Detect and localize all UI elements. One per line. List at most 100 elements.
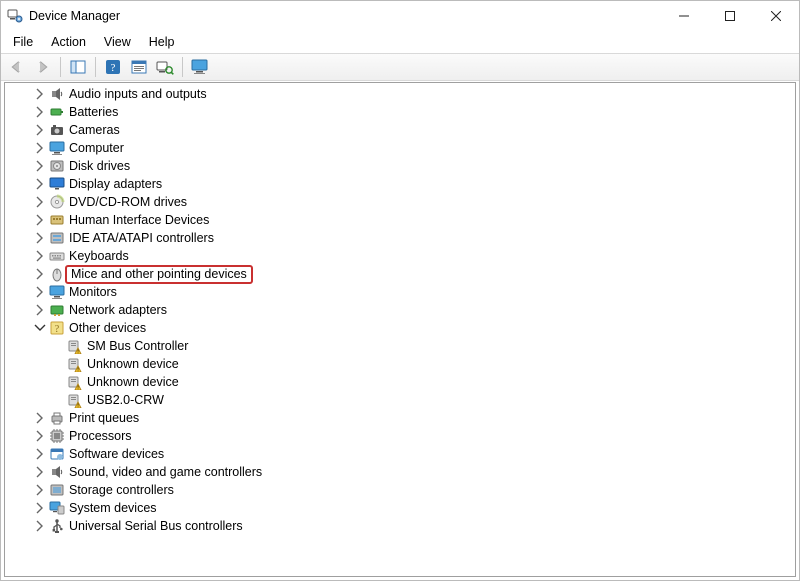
menu-view[interactable]: View — [96, 33, 139, 51]
expand-icon[interactable] — [33, 195, 47, 209]
tree-item-label: Print queues — [69, 411, 139, 425]
tree-item-label: Other devices — [69, 321, 146, 335]
menu-action[interactable]: Action — [43, 33, 94, 51]
tree-item-dispad[interactable]: Display adapters — [5, 175, 795, 193]
expand-icon[interactable] — [33, 105, 47, 119]
speaker-icon — [49, 86, 65, 102]
tree-item-mon[interactable]: Monitors — [5, 283, 795, 301]
tree-item-net[interactable]: Network adapters — [5, 301, 795, 319]
expand-icon[interactable] — [33, 465, 47, 479]
tree-item-disk[interactable]: Disk drives — [5, 157, 795, 175]
toolbar-monitor-button[interactable] — [188, 56, 212, 78]
svg-text:?: ? — [111, 62, 116, 74]
tree-item-sound[interactable]: Sound, video and game controllers — [5, 463, 795, 481]
tree-item-label: Unknown device — [87, 357, 179, 371]
toolbar-separator — [182, 57, 183, 77]
tree-item-storage[interactable]: Storage controllers — [5, 481, 795, 499]
toolbar-separator — [60, 57, 61, 77]
expand-icon[interactable] — [33, 141, 47, 155]
expand-icon[interactable] — [33, 249, 47, 263]
tree-item-batt[interactable]: Batteries — [5, 103, 795, 121]
expand-icon[interactable] — [33, 267, 47, 281]
toolbar-separator — [95, 57, 96, 77]
arrow-left-icon — [9, 60, 25, 74]
tree-item-sys[interactable]: System devices — [5, 499, 795, 517]
tree-item-hid[interactable]: Human Interface Devices — [5, 211, 795, 229]
window-maximize-button[interactable] — [707, 1, 753, 31]
system-icon — [49, 500, 65, 516]
device-tree-panel[interactable]: Audio inputs and outputs BatteriesCameras… — [4, 82, 796, 577]
monitor-icon — [49, 284, 65, 300]
tree-item-label: Unknown device — [87, 375, 179, 389]
mouse-icon — [49, 266, 65, 282]
arrow-right-icon — [35, 60, 51, 74]
tree-item-label: Mice and other pointing devices — [65, 265, 253, 284]
tree-item-cam[interactable]: Cameras — [5, 121, 795, 139]
expand-icon[interactable] — [33, 519, 47, 533]
hid-icon — [49, 212, 65, 228]
expand-icon[interactable] — [33, 159, 47, 173]
disk-icon — [49, 158, 65, 174]
tree-item-soft[interactable]: Software devices — [5, 445, 795, 463]
unknown-cat-icon — [49, 320, 65, 336]
expand-icon[interactable] — [33, 177, 47, 191]
toolbar-back-button[interactable] — [5, 56, 29, 78]
tree-item-kbd[interactable]: Keyboards — [5, 247, 795, 265]
menu-file[interactable]: File — [5, 33, 41, 51]
expand-icon[interactable] — [33, 411, 47, 425]
expand-icon[interactable] — [33, 447, 47, 461]
scan-icon — [156, 59, 174, 75]
tree-item-ide[interactable]: IDE ATA/ATAPI controllers — [5, 229, 795, 247]
tree-item-mice[interactable]: Mice and other pointing devices — [5, 265, 795, 283]
tree-item-other-crw[interactable]: USB2.0-CRW — [5, 391, 795, 409]
cd-icon — [49, 194, 65, 210]
window-minimize-button[interactable] — [661, 1, 707, 31]
expand-icon[interactable] — [33, 231, 47, 245]
tree-item-label: Network adapters — [69, 303, 167, 317]
tree-item-other-u1[interactable]: Unknown device — [5, 355, 795, 373]
toolbar-scan-hardware-button[interactable] — [153, 56, 177, 78]
nic-icon — [49, 302, 65, 318]
tree-item-label: Sound, video and game controllers — [69, 465, 262, 479]
tree-item-label: System devices — [69, 501, 157, 515]
toolbar-show-hide-console-tree-button[interactable] — [66, 56, 90, 78]
tree-item-audio[interactable]: Audio inputs and outputs — [5, 85, 795, 103]
expander-placeholder — [51, 339, 65, 353]
tree-item-label: Storage controllers — [69, 483, 174, 497]
collapse-icon[interactable] — [33, 321, 47, 335]
tree-item-other[interactable]: Other devices — [5, 319, 795, 337]
toolbar-properties-button[interactable] — [127, 56, 151, 78]
expand-icon[interactable] — [33, 285, 47, 299]
toolbar-help-button[interactable]: ? — [101, 56, 125, 78]
tree-item-prn[interactable]: Print queues — [5, 409, 795, 427]
tree-item-dvd[interactable]: DVD/CD-ROM drives — [5, 193, 795, 211]
tree-item-label: Human Interface Devices — [69, 213, 209, 227]
window-title: Device Manager — [29, 9, 120, 23]
display-icon — [49, 176, 65, 192]
menu-help[interactable]: Help — [141, 33, 183, 51]
expand-icon[interactable] — [33, 303, 47, 317]
tree-item-label: Software devices — [69, 447, 164, 461]
window-close-button[interactable] — [753, 1, 799, 31]
unknown-icon — [67, 356, 83, 372]
unknown-icon — [67, 392, 83, 408]
expand-icon[interactable] — [33, 213, 47, 227]
expand-icon[interactable] — [33, 87, 47, 101]
toolbar: ? — [1, 53, 799, 81]
tree-item-label: Audio inputs and outputs — [69, 87, 207, 101]
tree-item-label: DVD/CD-ROM drives — [69, 195, 187, 209]
tree-item-usb[interactable]: Universal Serial Bus controllers — [5, 517, 795, 535]
expand-icon[interactable] — [33, 483, 47, 497]
expand-icon[interactable] — [33, 501, 47, 515]
tree-item-proc[interactable]: Processors — [5, 427, 795, 445]
expand-icon[interactable] — [33, 429, 47, 443]
expander-placeholder — [51, 393, 65, 407]
panel-icon — [70, 60, 86, 74]
expand-icon[interactable] — [33, 123, 47, 137]
tree-item-comp[interactable]: Computer — [5, 139, 795, 157]
monitor-icon — [49, 140, 65, 156]
tree-item-other-sm[interactable]: SM Bus Controller — [5, 337, 795, 355]
tree-item-label: Display adapters — [69, 177, 162, 191]
tree-item-other-u2[interactable]: Unknown device — [5, 373, 795, 391]
toolbar-forward-button[interactable] — [31, 56, 55, 78]
